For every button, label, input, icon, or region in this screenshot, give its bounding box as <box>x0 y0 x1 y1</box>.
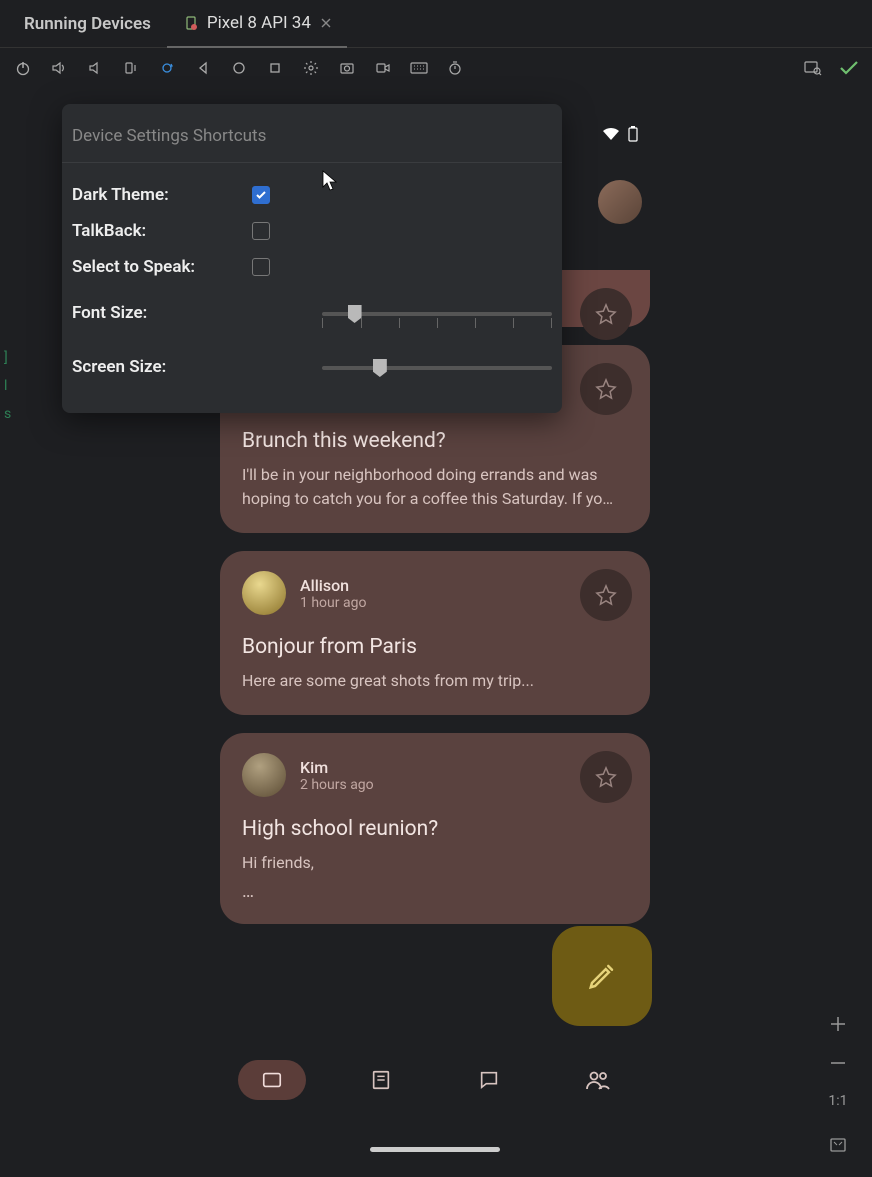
volume-down-icon[interactable] <box>84 57 106 79</box>
keyboard-icon[interactable] <box>408 57 430 79</box>
profile-avatar[interactable] <box>598 180 642 224</box>
right-gutter: 1:1 <box>818 0 858 1177</box>
tab-label: Pixel 8 API 34 <box>207 13 311 33</box>
device-icon <box>183 15 199 31</box>
zoom-in-icon[interactable] <box>829 1015 847 1033</box>
hint-char: ] <box>4 350 11 366</box>
talkback-checkbox[interactable] <box>252 222 270 240</box>
email-preview: Hi friends, <box>242 851 628 875</box>
setting-label: Font Size: <box>72 303 225 323</box>
hint-char: l <box>4 378 11 394</box>
tab-bar: Running Devices Pixel 8 API 34 <box>0 0 872 48</box>
left-edge-hints: ] l s <box>4 350 11 422</box>
nav-articles[interactable] <box>347 1060 415 1100</box>
rotate-left-icon[interactable] <box>120 57 142 79</box>
setting-talkback: TalkBack: <box>70 213 554 249</box>
sender-name: Allison <box>300 576 366 595</box>
nav-inbox[interactable] <box>238 1060 306 1100</box>
slider-thumb[interactable] <box>373 359 387 377</box>
home-indicator[interactable] <box>370 1147 500 1152</box>
volume-up-icon[interactable] <box>48 57 70 79</box>
device-settings-popover: Device Settings Shortcuts Dark Theme: Ta… <box>62 104 562 413</box>
scale-label[interactable]: 1:1 <box>828 1093 847 1109</box>
sender-name: Kim <box>300 758 374 777</box>
mouse-cursor-icon <box>322 170 340 192</box>
record-icon[interactable] <box>372 57 394 79</box>
home-icon[interactable] <box>228 57 250 79</box>
email-subject: Bonjour from Paris <box>242 635 628 659</box>
rotate-right-icon[interactable] <box>156 57 178 79</box>
star-button[interactable] <box>580 751 632 803</box>
font-size-slider[interactable] <box>322 312 552 316</box>
send-time: 2 hours ago <box>300 777 374 793</box>
send-time: 1 hour ago <box>300 595 366 611</box>
zoom-out-icon[interactable] <box>829 1061 847 1065</box>
star-button[interactable] <box>580 363 632 415</box>
setting-label: Select to Speak: <box>72 257 232 277</box>
tab-label: Running Devices <box>24 14 151 34</box>
settings-gear-icon[interactable] <box>300 57 322 79</box>
body-ellipsis: … <box>242 881 628 902</box>
email-subject: Brunch this weekend? <box>242 429 628 453</box>
power-icon[interactable] <box>12 57 34 79</box>
tab-pixel-device[interactable]: Pixel 8 API 34 <box>167 0 347 48</box>
setting-dark-theme: Dark Theme: <box>70 177 554 213</box>
stopwatch-icon[interactable] <box>444 57 466 79</box>
email-preview: Here are some great shots from my trip..… <box>242 669 628 693</box>
sender-avatar <box>242 753 286 797</box>
compose-fab[interactable] <box>552 926 652 1026</box>
nav-people[interactable] <box>564 1060 632 1100</box>
email-card[interactable]: Allison 1 hour ago Bonjour from Paris He… <box>220 551 650 715</box>
setting-font-size: Font Size: <box>70 295 554 331</box>
sender-avatar <box>242 571 286 615</box>
back-icon[interactable] <box>192 57 214 79</box>
nav-chat[interactable] <box>455 1060 523 1100</box>
setting-label: Screen Size: <box>72 357 225 377</box>
setting-screen-size: Screen Size: <box>70 349 554 385</box>
close-icon[interactable] <box>321 18 331 28</box>
star-button[interactable] <box>580 569 632 621</box>
popover-title: Device Settings Shortcuts <box>70 122 554 162</box>
email-preview: I'll be in your neighborhood doing erran… <box>242 463 628 511</box>
hint-char: s <box>4 406 11 422</box>
device-toolbar <box>0 48 872 88</box>
screenshot-icon[interactable] <box>336 57 358 79</box>
fit-screen-icon[interactable] <box>829 1137 847 1153</box>
divider <box>62 162 562 163</box>
screen-size-slider[interactable] <box>322 366 552 370</box>
tab-running-devices[interactable]: Running Devices <box>8 0 167 48</box>
setting-select-to-speak: Select to Speak: <box>70 249 554 285</box>
wifi-icon <box>602 127 620 141</box>
status-bar <box>602 126 638 142</box>
select-to-speak-checkbox[interactable] <box>252 258 270 276</box>
overview-icon[interactable] <box>264 57 286 79</box>
battery-icon <box>628 126 638 142</box>
setting-label: Dark Theme: <box>72 185 232 205</box>
email-subject: High school reunion? <box>242 817 628 841</box>
setting-label: TalkBack: <box>72 221 232 241</box>
star-button[interactable] <box>580 288 632 340</box>
email-card[interactable]: Kim 2 hours ago High school reunion? Hi … <box>220 733 650 924</box>
bottom-nav <box>218 1050 652 1110</box>
dark-theme-checkbox[interactable] <box>252 186 270 204</box>
